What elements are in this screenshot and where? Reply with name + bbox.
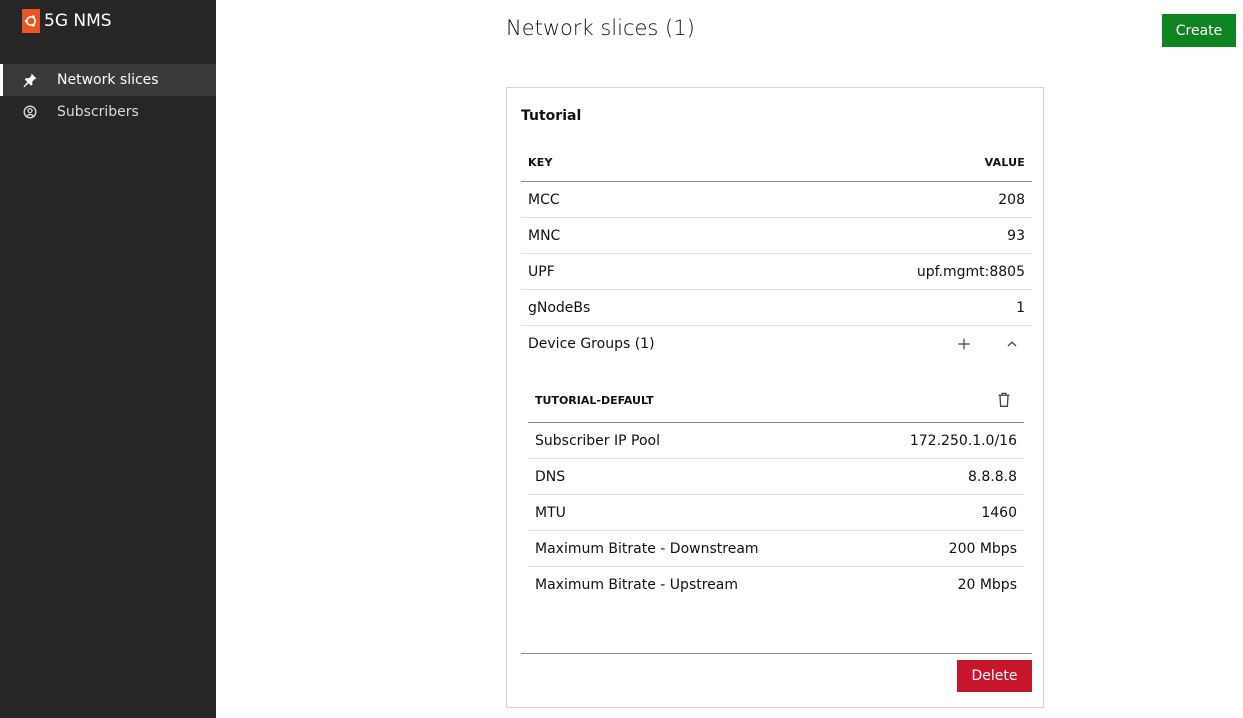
row-key: UPF bbox=[528, 263, 555, 280]
table-row: MTU 1460 bbox=[528, 495, 1024, 531]
row-key: Maximum Bitrate - Downstream bbox=[535, 540, 759, 557]
sidebar: 5G NMS Network slices Subscribers bbox=[0, 0, 216, 718]
table-row: Maximum Bitrate - Upstream 20 Mbps bbox=[528, 567, 1024, 602]
row-key: MTU bbox=[535, 504, 566, 521]
brand[interactable]: 5G NMS bbox=[22, 9, 112, 33]
plus-icon bbox=[958, 338, 970, 350]
create-button[interactable]: Create bbox=[1162, 14, 1236, 47]
table-row: MCC 208 bbox=[521, 182, 1032, 218]
sidebar-item-label: Subscribers bbox=[57, 104, 139, 120]
row-key: DNS bbox=[535, 468, 566, 485]
slice-name: Tutorial bbox=[521, 108, 582, 124]
add-device-group-button[interactable] bbox=[951, 331, 977, 357]
table-row: UPF upf.mgmt:8805 bbox=[521, 254, 1032, 290]
device-groups-label: Device Groups (1) bbox=[528, 336, 655, 352]
row-value: 200 Mbps bbox=[948, 540, 1017, 557]
chevron-up-icon bbox=[1007, 341, 1017, 347]
table-row: MNC 93 bbox=[521, 218, 1032, 254]
device-groups-row: Device Groups (1) bbox=[521, 326, 1032, 362]
table-header: KEY VALUE bbox=[521, 144, 1032, 182]
table-row: DNS 8.8.8.8 bbox=[528, 459, 1024, 495]
row-value: 172.250.1.0/16 bbox=[909, 432, 1017, 449]
app-name: 5G NMS bbox=[44, 11, 112, 31]
sidebar-item-network-slices[interactable]: Network slices bbox=[0, 64, 216, 96]
user-circle-icon bbox=[22, 104, 38, 120]
device-group-details: TUTORIAL-DEFAULT Subscriber IP Pool 172.… bbox=[528, 378, 1024, 602]
device-groups-actions bbox=[951, 331, 1025, 357]
row-value: 20 Mbps bbox=[957, 576, 1017, 593]
sidebar-item-subscribers[interactable]: Subscribers bbox=[0, 96, 216, 128]
row-key: Maximum Bitrate - Upstream bbox=[535, 576, 738, 593]
row-value: 208 bbox=[998, 191, 1025, 208]
sidebar-nav: Network slices Subscribers bbox=[0, 64, 216, 128]
table-row: Maximum Bitrate - Downstream 200 Mbps bbox=[528, 531, 1024, 567]
table-row: Subscriber IP Pool 172.250.1.0/16 bbox=[528, 423, 1024, 459]
delete-device-group-button[interactable] bbox=[991, 387, 1017, 413]
page-title: Network slices (1) bbox=[506, 16, 695, 40]
value-column-header: VALUE bbox=[984, 156, 1025, 169]
row-key: MCC bbox=[528, 191, 560, 208]
device-group-name: TUTORIAL-DEFAULT bbox=[535, 393, 654, 407]
row-value: 93 bbox=[1007, 227, 1025, 244]
sidebar-item-label: Network slices bbox=[57, 72, 159, 88]
slice-details-table: KEY VALUE MCC 208 MNC 93 UPF upf.mgmt:88… bbox=[521, 144, 1032, 362]
row-value: upf.mgmt:8805 bbox=[916, 263, 1025, 280]
row-value: 1460 bbox=[981, 504, 1017, 521]
row-key: gNodeBs bbox=[528, 299, 591, 316]
device-group-header: TUTORIAL-DEFAULT bbox=[528, 378, 1024, 423]
row-value: 8.8.8.8 bbox=[968, 468, 1017, 485]
row-value: 1 bbox=[1016, 299, 1025, 316]
collapse-device-groups-button[interactable] bbox=[999, 331, 1025, 357]
key-column-header: KEY bbox=[528, 156, 553, 169]
ubuntu-logo-icon bbox=[22, 9, 40, 33]
card-divider bbox=[521, 653, 1032, 654]
trash-icon bbox=[998, 392, 1010, 407]
network-slice-card: Tutorial KEY VALUE MCC 208 MNC 93 UPF up… bbox=[506, 87, 1044, 708]
delete-slice-button[interactable]: Delete bbox=[957, 660, 1032, 692]
row-key: Subscriber IP Pool bbox=[535, 432, 660, 449]
pin-icon bbox=[22, 72, 38, 88]
table-row: gNodeBs 1 bbox=[521, 290, 1032, 326]
row-key: MNC bbox=[528, 227, 561, 244]
